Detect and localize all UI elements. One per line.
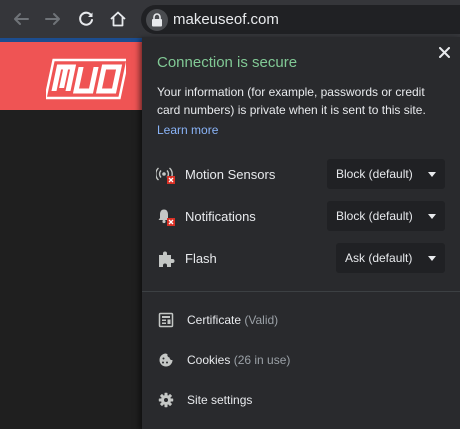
site-info-button[interactable] bbox=[146, 9, 168, 31]
link-text: Site settings bbox=[187, 393, 252, 407]
link-text: Certificate (Valid) bbox=[187, 313, 278, 327]
cookies-row[interactable]: Cookies (26 in use) bbox=[142, 345, 460, 375]
connection-status-title: Connection is secure bbox=[157, 54, 298, 71]
certificate-icon bbox=[158, 312, 174, 328]
reload-icon bbox=[79, 11, 93, 26]
dropdown-caret-icon bbox=[428, 256, 436, 261]
arrow-left-icon bbox=[14, 13, 29, 25]
motion-sensors-select[interactable]: Block (default) bbox=[327, 159, 445, 189]
forward-button[interactable] bbox=[43, 9, 63, 29]
permission-row-motion-sensors: Motion Sensors Block (default) bbox=[142, 159, 460, 189]
permission-row-flash: Flash Ask (default) bbox=[142, 243, 460, 273]
cookies-label: Cookies bbox=[187, 353, 231, 367]
close-button[interactable] bbox=[435, 43, 453, 61]
link-text: Cookies (26 in use) bbox=[187, 353, 290, 367]
address-bar[interactable]: makeuseof.com bbox=[141, 5, 460, 34]
connection-description: Your information (for example, passwords… bbox=[157, 85, 426, 117]
select-value: Ask (default) bbox=[345, 251, 413, 265]
site-info-popup: Connection is secure Your information (f… bbox=[142, 37, 460, 429]
back-button[interactable] bbox=[11, 9, 31, 29]
permission-row-notifications: Notifications Block (default) bbox=[142, 201, 460, 231]
home-button[interactable] bbox=[108, 9, 128, 29]
close-icon bbox=[438, 46, 450, 58]
muo-logo-icon bbox=[43, 58, 130, 100]
home-icon bbox=[110, 11, 126, 27]
permission-label: Motion Sensors bbox=[185, 167, 276, 182]
flash-select[interactable]: Ask (default) bbox=[336, 243, 445, 273]
browser-toolbar: makeuseof.com bbox=[0, 0, 460, 38]
motion-sensors-blocked-icon bbox=[155, 165, 176, 185]
certificate-status: (Valid) bbox=[244, 313, 279, 327]
site-settings-row[interactable]: Site settings bbox=[142, 385, 460, 415]
certificate-label: Certificate bbox=[187, 313, 242, 327]
permission-label: Notifications bbox=[185, 209, 256, 224]
dropdown-caret-icon bbox=[428, 214, 436, 219]
site-logo[interactable] bbox=[43, 58, 130, 105]
arrow-right-icon bbox=[45, 13, 60, 25]
certificate-row[interactable]: Certificate (Valid) bbox=[142, 305, 460, 335]
cookie-icon bbox=[158, 352, 174, 368]
dropdown-caret-icon bbox=[428, 172, 436, 177]
reload-button[interactable] bbox=[76, 9, 96, 29]
url-text: makeuseof.com bbox=[173, 11, 279, 28]
permission-label: Flash bbox=[185, 251, 217, 266]
site-settings-label: Site settings bbox=[187, 393, 253, 407]
gear-icon bbox=[158, 392, 174, 408]
lock-icon bbox=[152, 13, 162, 27]
puzzle-piece-icon bbox=[156, 249, 176, 269]
notifications-blocked-icon bbox=[156, 207, 176, 227]
learn-more-link[interactable]: Learn more bbox=[157, 123, 218, 137]
notifications-select[interactable]: Block (default) bbox=[327, 201, 445, 231]
cookies-count: (26 in use) bbox=[233, 353, 291, 367]
select-value: Block (default) bbox=[336, 167, 413, 181]
select-value: Block (default) bbox=[336, 209, 413, 223]
section-divider bbox=[142, 291, 460, 292]
